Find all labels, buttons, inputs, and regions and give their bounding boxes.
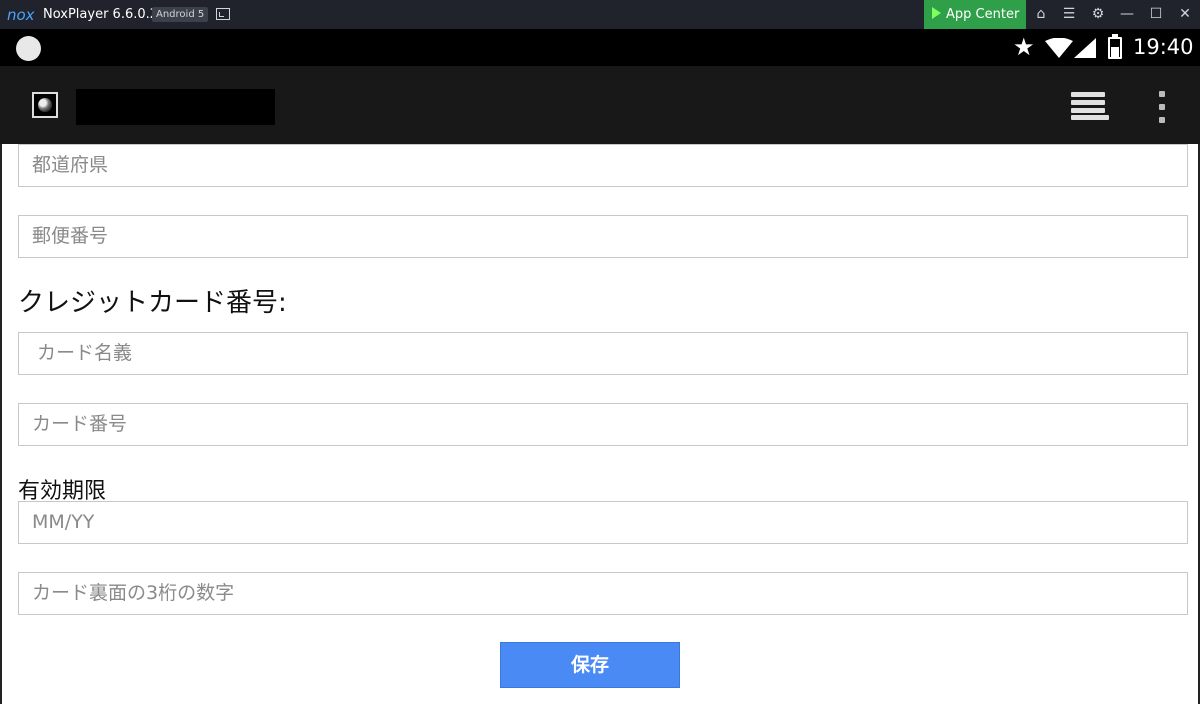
wifi-icon bbox=[1045, 38, 1073, 58]
expiry-field[interactable]: MM/YY bbox=[18, 501, 1188, 544]
emulator-title: NoxPlayer 6.6.0.2 bbox=[43, 7, 159, 22]
credit-card-heading: クレジットカード番号: bbox=[18, 288, 287, 318]
cvv-field[interactable]: カード裏面の3桁の数字 bbox=[18, 572, 1188, 615]
app-action-bar bbox=[0, 66, 1200, 144]
postal-code-field[interactable]: 郵便番号 bbox=[18, 215, 1188, 258]
star-icon: ★ bbox=[1013, 33, 1035, 61]
card-number-field[interactable]: カード番号 bbox=[18, 403, 1188, 446]
maximize-icon[interactable]: ☐ bbox=[1141, 0, 1171, 29]
globe-icon bbox=[32, 92, 58, 118]
nox-logo: nox bbox=[7, 6, 35, 24]
signal-icon bbox=[1074, 38, 1096, 58]
menu-icon[interactable]: ☰ bbox=[1054, 0, 1084, 29]
app-center-button[interactable]: App Center bbox=[924, 0, 1026, 29]
battery-icon bbox=[1108, 34, 1122, 59]
prefecture-field[interactable]: 都道府県 bbox=[18, 144, 1188, 187]
android-status-bar: ★ 19:40 bbox=[0, 29, 1200, 66]
home-icon[interactable]: ⌂ bbox=[1026, 0, 1056, 29]
save-button[interactable]: 保存 bbox=[500, 642, 680, 688]
android-version-badge: Android 5 bbox=[152, 7, 209, 22]
payment-form: 都道府県 郵便番号 クレジットカード番号: カード名義 カード番号 有効期限 M… bbox=[0, 144, 1200, 704]
minimize-icon[interactable]: — bbox=[1112, 0, 1142, 29]
emulator-title-bar: nox NoxPlayer 6.6.0.2 Android 5 App Cent… bbox=[0, 0, 1200, 29]
redacted-app-title bbox=[76, 89, 275, 125]
overflow-menu-icon[interactable] bbox=[1157, 91, 1167, 123]
status-time: 19:40 bbox=[1133, 35, 1194, 59]
play-store-icon bbox=[932, 7, 941, 19]
keyboard-icon[interactable] bbox=[216, 8, 230, 20]
card-name-field[interactable]: カード名義 bbox=[18, 332, 1188, 375]
settings-gear-icon[interactable]: ⚙ bbox=[1083, 0, 1113, 29]
app-center-label: App Center bbox=[946, 7, 1020, 22]
close-icon[interactable]: ✕ bbox=[1170, 0, 1200, 29]
menu-stack-icon[interactable] bbox=[1071, 92, 1109, 120]
notification-dot-icon bbox=[16, 36, 41, 61]
